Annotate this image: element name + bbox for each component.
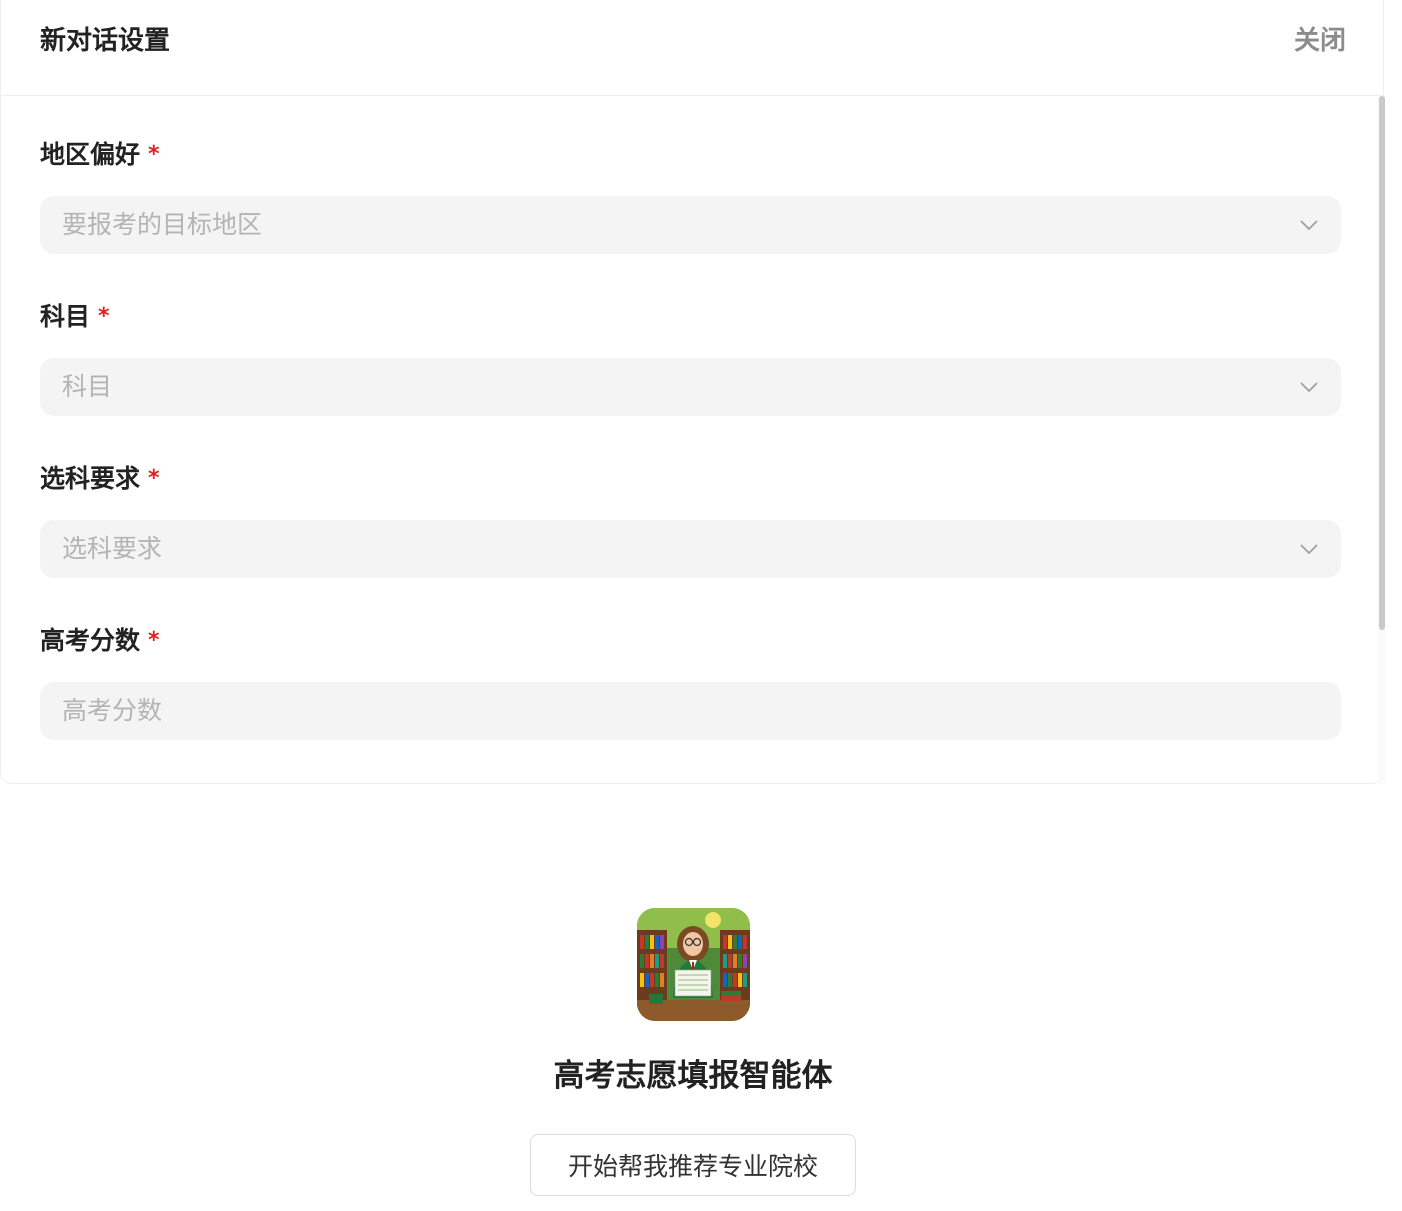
close-button[interactable]: 关闭 (1294, 24, 1346, 58)
field-label: 高考分数 * (40, 624, 1341, 658)
chevron-down-icon (1299, 539, 1319, 559)
subject-select-placeholder: 科目 (62, 372, 113, 401)
settings-form: 地区偏好 * 要报考的目标地区 科目 * 科目 选科要求 * 选科要求 高考分数… (1, 96, 1383, 783)
field-label: 选科要求 * (40, 462, 1341, 496)
field-label: 地区偏好 * (40, 138, 1341, 172)
required-mark: * (148, 628, 160, 653)
gaokao-score-placeholder: 高考分数 (62, 696, 163, 725)
field-label: 科目 * (40, 300, 1341, 334)
subject-requirement-placeholder: 选科要求 (62, 534, 163, 563)
region-select-placeholder: 要报考的目标地区 (62, 210, 263, 239)
field-label-text: 地区偏好 (40, 140, 141, 169)
field-label-text: 科目 (40, 302, 91, 331)
required-mark: * (98, 304, 110, 329)
panel-header: 新对话设置 关闭 (1, 0, 1383, 96)
subject-select[interactable]: 科目 (40, 358, 1341, 416)
field-label-text: 高考分数 (40, 626, 141, 655)
teacher-library-avatar-icon (637, 908, 750, 1021)
gaokao-score-input[interactable]: 高考分数 (40, 682, 1341, 740)
subject-requirement-select[interactable]: 选科要求 (40, 520, 1341, 578)
new-conversation-settings-panel: 新对话设置 关闭 地区偏好 * 要报考的目标地区 科目 * 科目 选科要求 * … (0, 0, 1384, 784)
field-region-preference: 地区偏好 * 要报考的目标地区 (40, 138, 1341, 254)
chevron-down-icon (1299, 377, 1319, 397)
field-gaokao-score: 高考分数 * 高考分数 (40, 624, 1341, 740)
field-subject-requirement: 选科要求 * 选科要求 (40, 462, 1341, 578)
field-subject: 科目 * 科目 (40, 300, 1341, 416)
agent-name: 高考志愿填报智能体 (553, 1058, 833, 1094)
required-mark: * (148, 142, 160, 167)
field-label-text: 选科要求 (40, 464, 141, 493)
scrollbar-thumb[interactable] (1379, 96, 1385, 630)
required-mark: * (148, 466, 160, 491)
region-select[interactable]: 要报考的目标地区 (40, 196, 1341, 254)
chevron-down-icon (1299, 215, 1319, 235)
panel-title: 新对话设置 (40, 26, 171, 56)
start-recommendation-button[interactable]: 开始帮我推荐专业院校 (530, 1134, 856, 1196)
